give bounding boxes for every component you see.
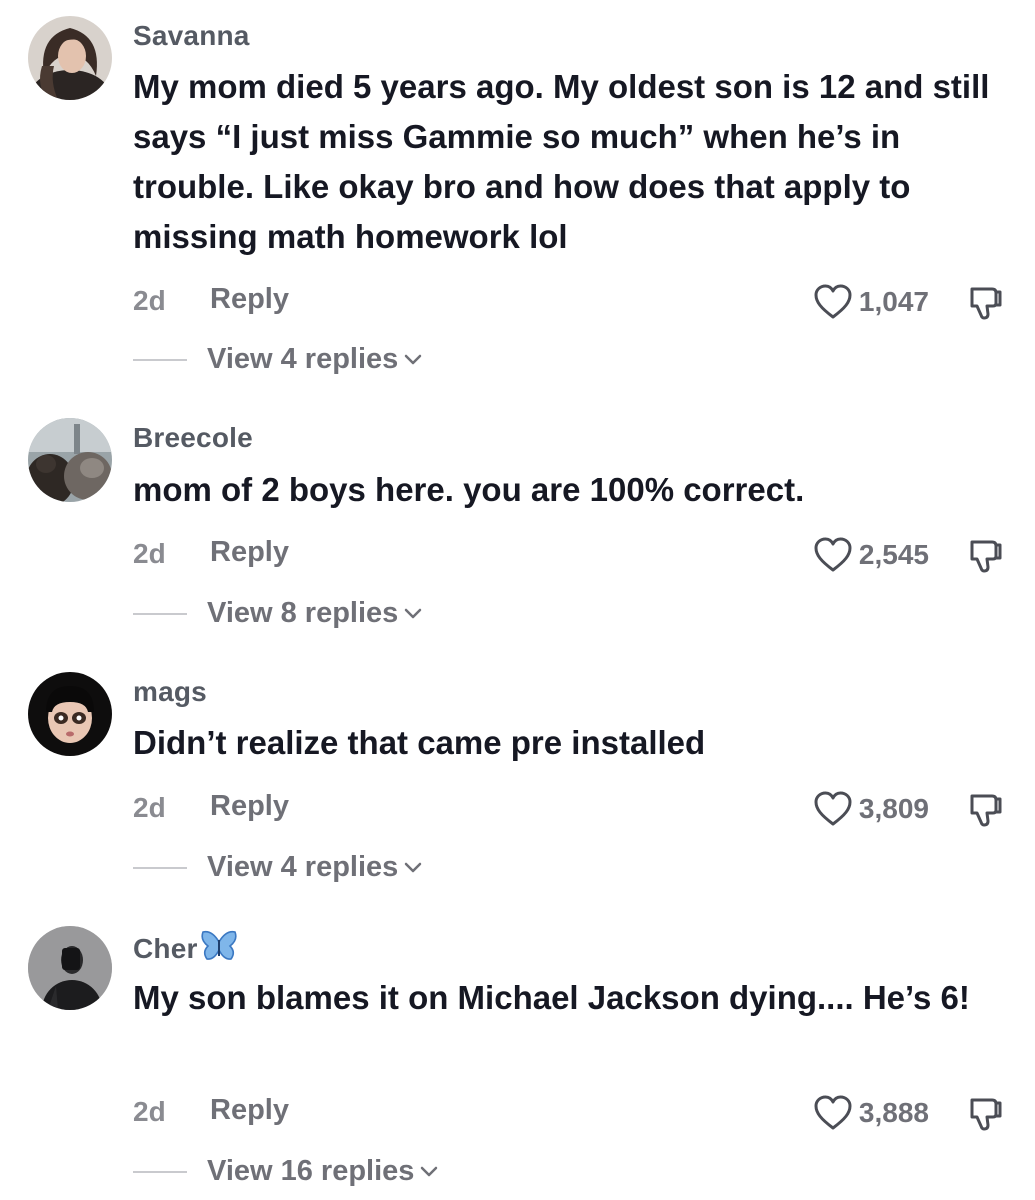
view-replies-link[interactable]: View 4 replies xyxy=(207,851,398,884)
comment-text: mom of 2 boys here. you are 100% correct… xyxy=(133,471,805,508)
like-count: 3,888 xyxy=(858,1097,929,1128)
divider xyxy=(133,1170,187,1173)
comment-age: 2d xyxy=(133,1096,166,1127)
like-group: 3,888 xyxy=(813,1093,1005,1133)
reply-button[interactable]: Reply xyxy=(210,790,289,823)
heart-icon[interactable] xyxy=(813,283,853,321)
avatar-photo-icon xyxy=(28,418,112,502)
divider xyxy=(133,866,187,869)
reply-button[interactable]: Reply xyxy=(210,536,289,569)
comment-item: Cher My son blames it on Michael Jackson… xyxy=(0,910,1035,1200)
avatar-photo-icon xyxy=(28,926,112,1010)
view-replies-row[interactable]: View 8 replies xyxy=(133,597,422,630)
reply-button[interactable]: Reply xyxy=(210,1094,289,1127)
chevron-down-icon xyxy=(405,862,422,872)
thumbs-down-icon[interactable] xyxy=(965,282,1005,322)
comment-username-text: Cher xyxy=(133,933,198,964)
comment-text: My son blames it on Michael Jackson dyin… xyxy=(133,979,970,1016)
avatar-photo-icon xyxy=(28,16,112,100)
avatar[interactable] xyxy=(28,926,112,1010)
view-replies-row[interactable]: View 4 replies xyxy=(133,343,422,376)
avatar[interactable] xyxy=(28,672,112,756)
comment-username[interactable]: mags xyxy=(133,676,207,708)
divider xyxy=(133,358,187,361)
thumbs-down-icon[interactable] xyxy=(965,1093,1005,1133)
comment-age: 2d xyxy=(133,538,166,569)
view-replies-link[interactable]: View 4 replies xyxy=(207,343,398,376)
view-replies-link[interactable]: View 16 replies xyxy=(207,1155,414,1188)
heart-icon[interactable] xyxy=(813,790,853,828)
like-count: 2,545 xyxy=(858,539,929,570)
chevron-down-icon xyxy=(405,354,422,364)
heart-icon[interactable] xyxy=(813,536,853,574)
view-replies-row[interactable]: View 16 replies xyxy=(133,1155,438,1188)
butterfly-icon xyxy=(200,930,237,960)
comment-text: Didn’t realize that came pre installed xyxy=(133,724,706,761)
comment-username[interactable]: Cher xyxy=(133,930,238,965)
avatar[interactable] xyxy=(28,418,112,502)
chevron-down-icon xyxy=(405,608,422,618)
comment-item: Breecole mom of 2 boys here. you are 100… xyxy=(0,400,1035,660)
comment-text: My mom died 5 years ago. My oldest son i… xyxy=(133,68,990,255)
reply-button[interactable]: Reply xyxy=(210,283,289,316)
like-group: 1,047 xyxy=(813,282,1005,322)
like-group: 3,809 xyxy=(813,789,1005,829)
avatar[interactable] xyxy=(28,16,112,100)
chevron-down-icon xyxy=(421,1166,438,1176)
comment-username[interactable]: Savanna xyxy=(133,20,250,52)
comment-age: 2d xyxy=(133,285,166,316)
view-replies-link[interactable]: View 8 replies xyxy=(207,597,398,630)
comment-item: Savanna My mom died 5 years ago. My olde… xyxy=(0,0,1035,400)
like-count: 3,809 xyxy=(858,793,929,824)
like-group: 2,545 xyxy=(813,535,1005,575)
heart-icon[interactable] xyxy=(813,1094,853,1132)
like-count: 1,047 xyxy=(858,286,929,317)
thumbs-down-icon[interactable] xyxy=(965,535,1005,575)
divider xyxy=(133,612,187,615)
comment-username[interactable]: Breecole xyxy=(133,422,253,454)
thumbs-down-icon[interactable] xyxy=(965,789,1005,829)
view-replies-row[interactable]: View 4 replies xyxy=(133,851,422,884)
comment-age: 2d xyxy=(133,792,166,823)
comment-item: mags Didn’t realize that came pre instal… xyxy=(0,660,1035,910)
avatar-photo-icon xyxy=(28,672,112,756)
